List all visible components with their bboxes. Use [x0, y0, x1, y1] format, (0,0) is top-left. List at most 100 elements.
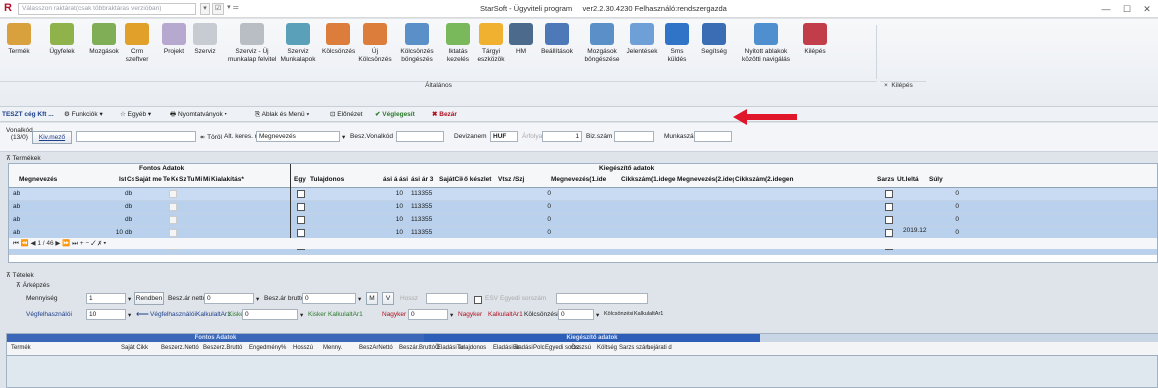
- collapse-icon[interactable]: ⊼: [6, 155, 11, 162]
- column-header[interactable]: ő készlet: [464, 176, 497, 183]
- egy-checkbox[interactable]: [297, 203, 305, 211]
- currency-select[interactable]: HUF: [490, 131, 518, 142]
- minimize-button[interactable]: —: [1099, 3, 1113, 15]
- column-header[interactable]: Menny.: [323, 345, 342, 351]
- column-header[interactable]: Összsú: [571, 345, 591, 351]
- m-button[interactable]: M: [366, 292, 378, 305]
- cell-mennyiseg[interactable]: [109, 201, 123, 214]
- window-menu[interactable]: ⎘ Ablak és Menü ▾: [255, 107, 309, 122]
- column-header[interactable]: Sarzs szám: [619, 345, 650, 351]
- v-button[interactable]: V: [382, 292, 394, 305]
- column-header[interactable]: Súly: [929, 176, 958, 183]
- column-header[interactable]: Sz: [179, 176, 186, 183]
- cell-name[interactable]: ab: [13, 214, 93, 227]
- ribbon-button-jelentések[interactable]: Jelentések: [626, 23, 658, 77]
- cell-saját[interactable]: 113355: [411, 188, 441, 201]
- quantity-input[interactable]: 1: [86, 293, 126, 304]
- ribbon-button-mozgások[interactable]: Mozgások: [88, 23, 120, 77]
- ribbon-button-hm[interactable]: HM: [508, 23, 534, 77]
- collapse-icon[interactable]: ⊼: [16, 282, 21, 289]
- column-header[interactable]: Beszerz.Nettó: [161, 345, 199, 351]
- close-button[interactable]: ✕: [1140, 3, 1154, 15]
- cell-leltar[interactable]: [903, 188, 927, 201]
- column-header[interactable]: SajátCikk: [439, 176, 463, 183]
- column-header[interactable]: Cikkszám(1.idege: [621, 176, 676, 183]
- egy-checkbox[interactable]: [297, 216, 305, 224]
- cell-unit[interactable]: db: [125, 214, 139, 227]
- ribbon-button-szerviz[interactable]: Szerviz: [190, 23, 220, 77]
- clear-button[interactable]: ↞ Töröl: [200, 133, 222, 141]
- chevron-down-icon[interactable]: ▾: [358, 295, 361, 303]
- esv-checkbox[interactable]: [474, 296, 482, 304]
- print-forms-menu[interactable]: 🖶 Nyomtatványok ▾: [170, 107, 227, 122]
- job-number-input[interactable]: [694, 131, 732, 142]
- retail-input[interactable]: 0: [242, 309, 298, 320]
- cell-mennyiseg[interactable]: [109, 188, 123, 201]
- finalize-button[interactable]: ✔ Véglegesít: [375, 107, 415, 122]
- ribbon-button-mozgások[interactable]: Mozgások böngészése: [582, 23, 622, 77]
- chevron-down-icon[interactable]: ▾: [128, 311, 131, 319]
- column-header[interactable]: Kialakítás*: [211, 176, 293, 183]
- column-header[interactable]: Tu: [187, 176, 194, 183]
- chevron-down-icon[interactable]: ▾: [342, 133, 345, 141]
- warehouse-select[interactable]: Válasszon raktárat(csak többraktáras ver…: [18, 3, 196, 15]
- preview-button[interactable]: ⊡ Előnézet: [330, 107, 363, 122]
- cell-suly[interactable]: 0: [929, 214, 959, 227]
- end-user-price-input[interactable]: 10: [86, 309, 126, 320]
- chevron-down-icon[interactable]: ▾: [256, 295, 259, 303]
- rental-input[interactable]: 0: [558, 309, 594, 320]
- cell-mennyiseg[interactable]: [109, 214, 123, 227]
- cell-suly[interactable]: 0: [929, 201, 959, 214]
- column-header[interactable]: Lejárati d: [647, 345, 672, 351]
- ribbon-button-szerviz[interactable]: Szerviz Munkalapok: [280, 23, 316, 77]
- sarzs-checkbox[interactable]: [885, 229, 893, 237]
- ribbon-button-ügyfelek[interactable]: Ügyfelek: [46, 23, 78, 77]
- egy-checkbox[interactable]: [297, 229, 305, 237]
- unique-serial-input[interactable]: [556, 293, 648, 304]
- ribbon-button-kölcsönzés[interactable]: Kölcsönzés: [322, 23, 355, 77]
- column-header[interactable]: Mi: [195, 176, 202, 183]
- cell-name[interactable]: ab: [13, 188, 93, 201]
- cell-name[interactable]: ab: [13, 201, 93, 214]
- column-header[interactable]: Ke: [171, 176, 178, 183]
- column-header[interactable]: Termék: [11, 345, 31, 351]
- barcode-input[interactable]: [76, 131, 196, 142]
- table-row[interactable]: ab db 10 113355 0 0: [9, 201, 1157, 214]
- egy-checkbox[interactable]: [297, 190, 305, 198]
- cell-unit[interactable]: db: [125, 188, 139, 201]
- table-row[interactable]: ab db 10 113355 0 0: [9, 214, 1157, 227]
- column-header[interactable]: Hosszú: [293, 345, 313, 351]
- chevron-down-icon[interactable]: ▾: [596, 311, 599, 319]
- ribbon-button-nyitott-ablakok[interactable]: Nyitott ablakok közötti navigálás: [740, 23, 792, 77]
- column-header[interactable]: Tulajdonos: [457, 345, 486, 351]
- column-header[interactable]: Megnevezés(1.ide: [551, 176, 620, 183]
- column-header[interactable]: Cikkszám(2.idegen: [735, 176, 876, 183]
- cell-leltar[interactable]: [903, 201, 927, 214]
- kiv-field-button[interactable]: Kiv.mező: [32, 131, 72, 144]
- functions-menu[interactable]: ⚙ Funkciók ▾: [64, 107, 103, 122]
- cell-leltar[interactable]: [903, 214, 927, 227]
- company-label[interactable]: TESZT cég Kft ...: [2, 107, 54, 122]
- column-header[interactable]: Beszár.BruttóÖ: [399, 345, 440, 351]
- ok-button[interactable]: Rendben: [134, 292, 164, 305]
- ribbon-button-sms[interactable]: Sms küldés: [662, 23, 692, 77]
- column-header[interactable]: Mi: [203, 176, 210, 183]
- column-header[interactable]: Sarzs: [877, 176, 896, 183]
- sarzs-checkbox[interactable]: [885, 190, 893, 198]
- column-header[interactable]: ási ár 3: [411, 176, 438, 183]
- alt-search-select[interactable]: Megnevezés: [256, 131, 340, 142]
- cell-unit[interactable]: db: [125, 201, 139, 214]
- column-header[interactable]: Saját me: [135, 176, 162, 183]
- column-header[interactable]: Saját Cikk: [121, 345, 148, 351]
- gross-purchase-input[interactable]: 0: [302, 293, 356, 304]
- column-header[interactable]: BeszArNettó: [359, 345, 393, 351]
- column-header[interactable]: Cs: [127, 176, 134, 183]
- ribbon-button-új[interactable]: Új Kölcsönzés: [358, 23, 392, 77]
- column-header[interactable]: Költség: [597, 345, 617, 351]
- supplier-barcode-input[interactable]: [396, 131, 444, 142]
- cell-saját[interactable]: 113355: [411, 214, 441, 227]
- chevron-down-icon[interactable]: ▾: [200, 3, 210, 15]
- column-header[interactable]: Egy: [294, 176, 309, 183]
- column-header[interactable]: Eladási: [513, 345, 533, 351]
- quick-access-more[interactable]: ▾ ⚌: [226, 3, 240, 15]
